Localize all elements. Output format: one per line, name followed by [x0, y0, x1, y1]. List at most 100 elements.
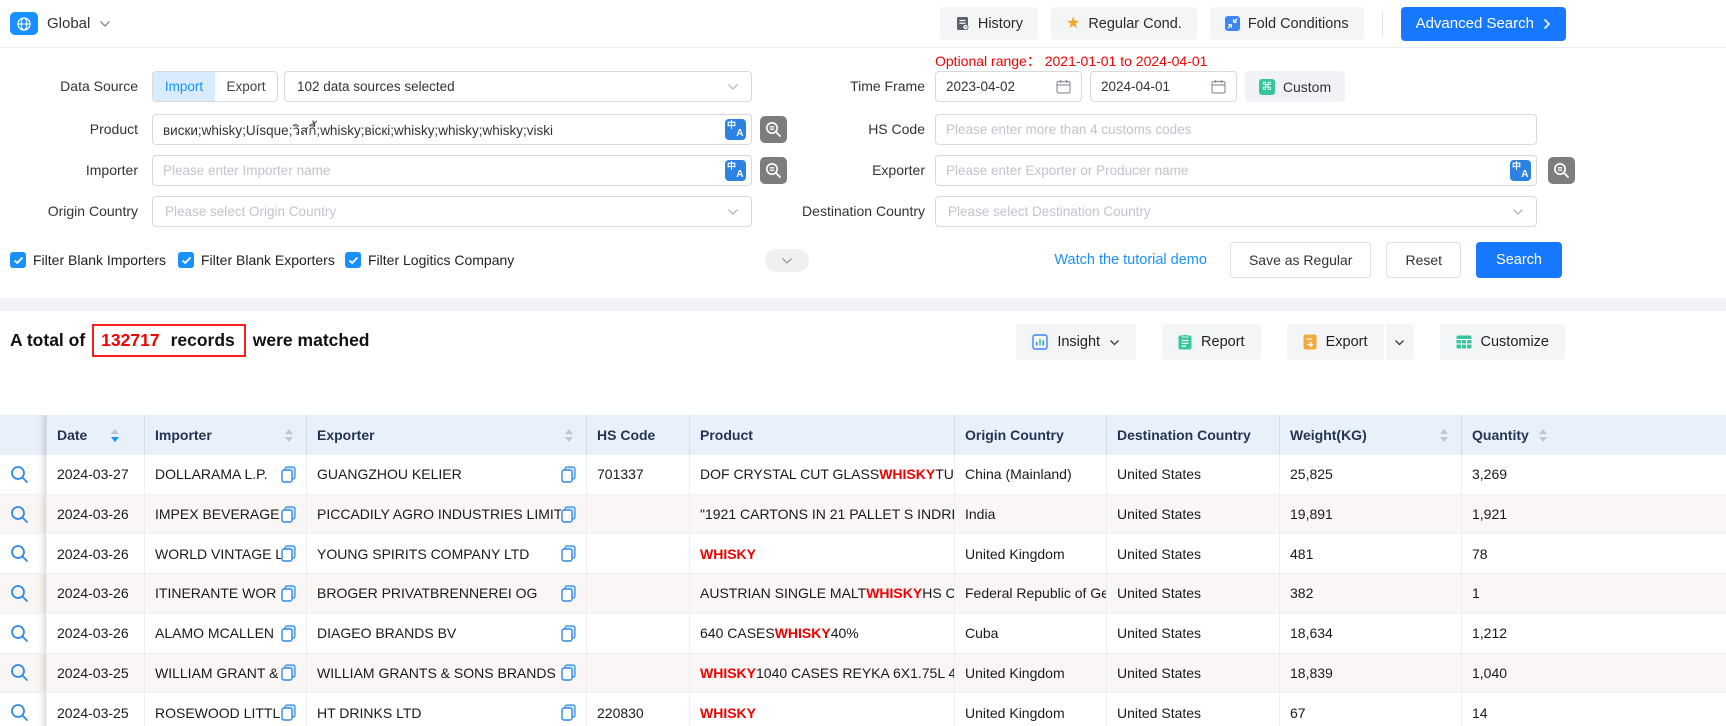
copy-icon[interactable] — [561, 625, 576, 642]
cell-quantity: 1,040 — [1462, 654, 1726, 693]
cell-product: 640 CASES WHISKY 40% — [690, 614, 955, 653]
importer-name[interactable]: WILLIAM GRANT & — [155, 665, 278, 681]
export-button[interactable]: Export — [1287, 324, 1384, 360]
translate-icon[interactable]: 中A — [725, 119, 746, 140]
sort-asc-icon[interactable] — [1440, 429, 1448, 434]
custom-range-button[interactable]: ⌘ Custom — [1245, 71, 1345, 102]
copy-icon[interactable] — [561, 545, 576, 562]
sort-control[interactable] — [111, 429, 119, 442]
copy-icon[interactable] — [281, 704, 296, 721]
origin-country-label: Origin Country — [0, 196, 138, 227]
copy-icon[interactable] — [281, 625, 296, 642]
exporter-name[interactable]: DIAGEO BRANDS BV — [317, 625, 456, 641]
copy-icon[interactable] — [561, 664, 576, 681]
view-details-icon[interactable] — [10, 584, 29, 603]
exporter-name[interactable]: WILLIAM GRANTS & SONS BRANDS — [317, 665, 556, 681]
report-button[interactable]: Report — [1162, 324, 1261, 360]
insight-button[interactable]: Insight — [1016, 324, 1136, 360]
copy-icon[interactable] — [281, 466, 296, 483]
cell-weight: 25,825 — [1280, 455, 1462, 494]
copy-icon[interactable] — [281, 585, 296, 602]
sort-desc-icon[interactable] — [285, 437, 293, 442]
export-options-button[interactable] — [1384, 324, 1414, 360]
importer-name[interactable]: DOLLARAMA L.P. — [155, 466, 268, 482]
date-start-input[interactable]: 2023-04-02 — [935, 71, 1082, 102]
save-as-regular-button[interactable]: Save as Regular — [1230, 242, 1372, 278]
copy-icon[interactable] — [561, 506, 576, 523]
table-row: 2024-03-26 WORLD VINTAGE L YOUNG SPIRITS… — [0, 534, 1726, 574]
cell-quantity: 78 — [1462, 534, 1726, 573]
fold-conditions-button[interactable]: Fold Conditions — [1210, 7, 1364, 40]
region-selector[interactable]: Global — [10, 12, 111, 35]
table-body: 2024-03-27 DOLLARAMA L.P. GUANGZHOU KELI… — [0, 455, 1726, 726]
view-details-icon[interactable] — [10, 544, 29, 563]
date-end-input[interactable]: 2024-04-01 — [1090, 71, 1237, 102]
translate-icon[interactable]: 中A — [725, 160, 746, 181]
sort-control[interactable] — [565, 429, 573, 442]
calendar-icon[interactable] — [1056, 79, 1071, 94]
copy-icon[interactable] — [561, 466, 576, 483]
cell-quantity: 1 — [1462, 574, 1726, 613]
importer-name[interactable]: ROSEWOOD LITTL — [155, 705, 280, 721]
sort-desc-icon[interactable] — [565, 437, 573, 442]
importer-name[interactable]: IMPEX BEVERAGE — [155, 506, 279, 522]
importer-name[interactable]: ITINERANTE WOR — [155, 585, 276, 601]
search-button[interactable]: Search — [1476, 242, 1562, 278]
sort-asc-icon[interactable] — [111, 429, 119, 434]
sort-control[interactable] — [1440, 429, 1448, 442]
view-details-icon[interactable] — [10, 703, 29, 722]
hs-code-input[interactable] — [935, 114, 1537, 145]
sort-asc-icon[interactable] — [565, 429, 573, 434]
copy-icon[interactable] — [561, 585, 576, 602]
product-text-post: 1040 CASES REYKA 6X1.75L 4 — [756, 665, 955, 681]
sort-control[interactable] — [1539, 429, 1547, 442]
exporter-name[interactable]: HT DRINKS LTD — [317, 705, 422, 721]
filter-blank-exporters-checkbox[interactable]: Filter Blank Exporters — [178, 252, 335, 268]
importer-name[interactable]: WORLD VINTAGE L — [155, 546, 281, 562]
data-sources-select[interactable]: 102 data sources selected — [284, 71, 752, 102]
origin-country-select[interactable]: Please select Origin Country — [152, 196, 752, 227]
regular-conditions-button[interactable]: ★ Regular Cond. — [1051, 7, 1197, 40]
customize-button[interactable]: Customize — [1440, 324, 1566, 360]
exporter-name[interactable]: YOUNG SPIRITS COMPANY LTD — [317, 546, 529, 562]
copy-icon[interactable] — [281, 545, 296, 562]
exporter-name[interactable]: PICCADILY AGRO INDUSTRIES LIMITE — [317, 506, 561, 522]
collapse-conditions-button[interactable] — [765, 249, 809, 272]
copy-icon[interactable] — [561, 704, 576, 721]
filter-blank-importers-checkbox[interactable]: Filter Blank Importers — [10, 252, 166, 268]
cell-hs-code — [587, 534, 690, 573]
view-details-icon[interactable] — [10, 663, 29, 682]
export-icon — [1303, 334, 1317, 350]
advanced-search-button[interactable]: Advanced Search — [1401, 7, 1566, 41]
exporter-name[interactable]: GUANGZHOU KELIER — [317, 466, 462, 482]
fold-conditions-label: Fold Conditions — [1248, 16, 1349, 32]
exporter-input[interactable] — [935, 155, 1537, 186]
importer-name[interactable]: ALAMO MCALLEN — [155, 625, 274, 641]
view-details-icon[interactable] — [10, 505, 29, 524]
data-source-import-tab[interactable]: Import — [153, 72, 215, 101]
importer-input[interactable] — [152, 155, 752, 186]
sort-desc-icon[interactable] — [111, 437, 119, 442]
sort-asc-icon[interactable] — [285, 429, 293, 434]
fuzzy-match-icon[interactable] — [1548, 157, 1575, 184]
history-button[interactable]: History — [940, 7, 1038, 40]
filter-logistics-company-checkbox[interactable]: Filter Logitics Company — [345, 252, 514, 268]
sort-asc-icon[interactable] — [1539, 429, 1547, 434]
data-source-export-tab[interactable]: Export — [215, 72, 277, 101]
sort-desc-icon[interactable] — [1539, 437, 1547, 442]
copy-icon[interactable] — [281, 664, 296, 681]
exporter-name[interactable]: BROGER PRIVATBRENNEREI OG — [317, 585, 537, 601]
tutorial-demo-link[interactable]: Watch the tutorial demo — [1054, 252, 1207, 268]
copy-icon[interactable] — [281, 506, 296, 523]
data-source-label: Data Source — [0, 71, 138, 102]
translate-icon[interactable]: 中A — [1510, 160, 1531, 181]
sort-desc-icon[interactable] — [1440, 437, 1448, 442]
cell-hs-code — [587, 495, 690, 534]
sort-control[interactable] — [285, 429, 293, 442]
view-details-icon[interactable] — [10, 465, 29, 484]
calendar-icon[interactable] — [1211, 79, 1226, 94]
destination-country-select[interactable]: Please select Destination Country — [935, 196, 1537, 227]
reset-button[interactable]: Reset — [1386, 242, 1461, 278]
product-input[interactable] — [152, 114, 752, 145]
view-details-icon[interactable] — [10, 624, 29, 643]
